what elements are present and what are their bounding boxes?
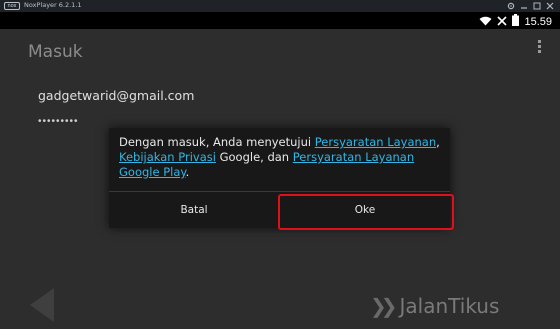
window-title: NoxPlayer 6.2.1.1 (24, 1, 82, 9)
terms-link[interactable]: Persyaratan Layanan (315, 135, 436, 149)
settings-icon[interactable] (506, 1, 515, 10)
email-field[interactable]: gadgetwarid@gmail.com (38, 88, 194, 103)
privacy-link[interactable]: Kebijakan Privasi (119, 150, 216, 164)
dialog-message: Dengan masuk, Anda menyetujui Persyarata… (119, 135, 444, 180)
minimize-icon[interactable] (519, 1, 528, 10)
wifi-icon (479, 13, 492, 31)
status-clock: 15.59 (524, 16, 552, 28)
dialog-text: , (436, 135, 440, 149)
status-bar: 15.59 (0, 12, 560, 29)
battery-icon (512, 13, 520, 31)
overflow-menu-icon[interactable] (538, 40, 542, 53)
ok-button[interactable]: Oke (280, 192, 450, 228)
emulator-title-bar: nox NoxPlayer 6.2.1.1 (0, 0, 560, 12)
terms-dialog: Dengan masuk, Anda menyetujui Persyarata… (109, 128, 450, 228)
page-title: Masuk (28, 42, 83, 62)
dialog-text: Dengan masuk, Anda menyetujui (119, 135, 315, 149)
maximize-icon[interactable] (532, 1, 541, 10)
cancel-button[interactable]: Batal (109, 192, 279, 228)
dialog-text: . (185, 165, 190, 179)
window-controls (506, 1, 554, 10)
password-field[interactable]: ••••••••• (38, 116, 79, 127)
back-arrow-icon[interactable] (30, 288, 54, 322)
no-sim-icon (497, 13, 508, 31)
nox-logo: nox (4, 2, 20, 10)
watermark-logo-icon: ❯❯ (370, 294, 397, 318)
watermark-text: JalanTikus (399, 294, 500, 318)
watermark: ❯❯ JalanTikus (370, 294, 499, 318)
dialog-text: Google, dan (215, 150, 293, 164)
close-icon[interactable] (545, 1, 554, 10)
dialog-button-row: Batal Oke (109, 191, 450, 228)
